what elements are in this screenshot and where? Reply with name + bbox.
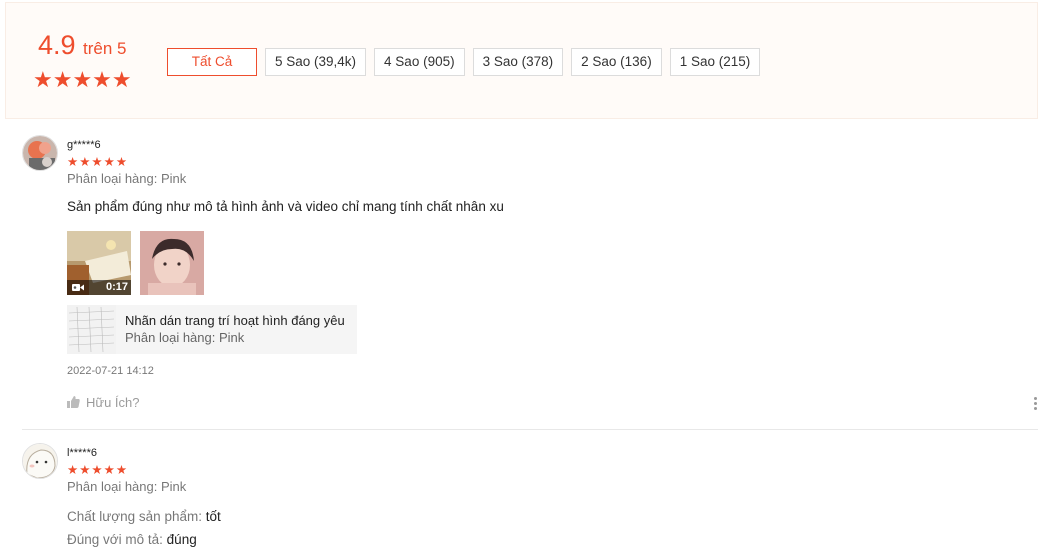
overall-stars: ★★★★★ <box>33 67 132 92</box>
helpful-button[interactable]: Hữu Ích? <box>67 395 140 411</box>
score-value: 4.9 <box>38 30 76 60</box>
review-item: g*****6 ★★★★★ Phân loại hàng: Pink Sản p… <box>22 135 1038 430</box>
review-divider <box>22 429 1038 430</box>
review-variation: Phân loại hàng: Pink <box>67 479 187 494</box>
score-suffix: trên 5 <box>83 39 127 58</box>
attribute-value: tốt <box>205 509 221 524</box>
review-image-thumbnail[interactable] <box>140 231 204 295</box>
filter-5-star[interactable]: 5 Sao (39,4k) <box>265 48 367 76</box>
review-stars: ★★★★★ <box>67 155 129 169</box>
reviewer-name[interactable]: l*****6 <box>67 447 97 459</box>
filter-2-star[interactable]: 2 Sao (136) <box>571 48 662 76</box>
review-item: l*****6 ★★★★★ Phân loại hàng: Pink Chất … <box>22 429 1038 553</box>
review-timestamp: 2022-07-21 14:12 <box>67 365 154 377</box>
overall-score: 4.9 trên 5 <box>38 30 126 61</box>
review-attribute-quality: Chất lượng sản phẩm: tốt <box>67 509 221 524</box>
review-stars: ★★★★★ <box>67 463 129 477</box>
filter-all[interactable]: Tất Cả <box>167 48 257 76</box>
attribute-label: Chất lượng sản phẩm: <box>67 509 202 524</box>
product-thumbnail <box>67 305 116 354</box>
filter-1-star[interactable]: 1 Sao (215) <box>669 48 761 76</box>
reviewer-name[interactable]: g*****6 <box>67 139 101 151</box>
product-name: Nhãn dán trang trí hoạt hình đáng yêu <box>125 313 345 328</box>
rating-summary: 4.9 trên 5 ★★★★★ Tất Cả 5 Sao (39,4k) 4 … <box>5 2 1038 119</box>
filter-3-star[interactable]: 3 Sao (378) <box>472 48 564 76</box>
review-content: Sản phẩm đúng như mô tả hình ảnh và vide… <box>67 199 504 214</box>
review-video-thumbnail[interactable]: 0:17 <box>67 231 131 295</box>
video-camera-icon <box>72 283 84 295</box>
rating-filters: Tất Cả 5 Sao (39,4k) 4 Sao (905) 3 Sao (… <box>167 48 768 76</box>
attribute-value: đúng <box>166 532 197 547</box>
review-media: 0:17 <box>67 231 213 295</box>
more-options-icon[interactable] <box>1034 397 1038 412</box>
product-variation: Phân loại hàng: Pink <box>125 330 245 345</box>
thumbs-up-icon <box>67 396 80 411</box>
helpful-label: Hữu Ích? <box>86 395 140 410</box>
review-product-card[interactable]: Nhãn dán trang trí hoạt hình đáng yêu Ph… <box>67 305 357 354</box>
attribute-label: Đúng với mô tả: <box>67 532 163 547</box>
review-variation: Phân loại hàng: Pink <box>67 171 187 186</box>
avatar[interactable] <box>22 135 58 171</box>
avatar[interactable] <box>22 443 58 479</box>
review-attribute-accuracy: Đúng với mô tả: đúng <box>67 532 197 547</box>
video-duration: 0:17 <box>105 281 128 293</box>
filter-4-star[interactable]: 4 Sao (905) <box>374 48 465 76</box>
